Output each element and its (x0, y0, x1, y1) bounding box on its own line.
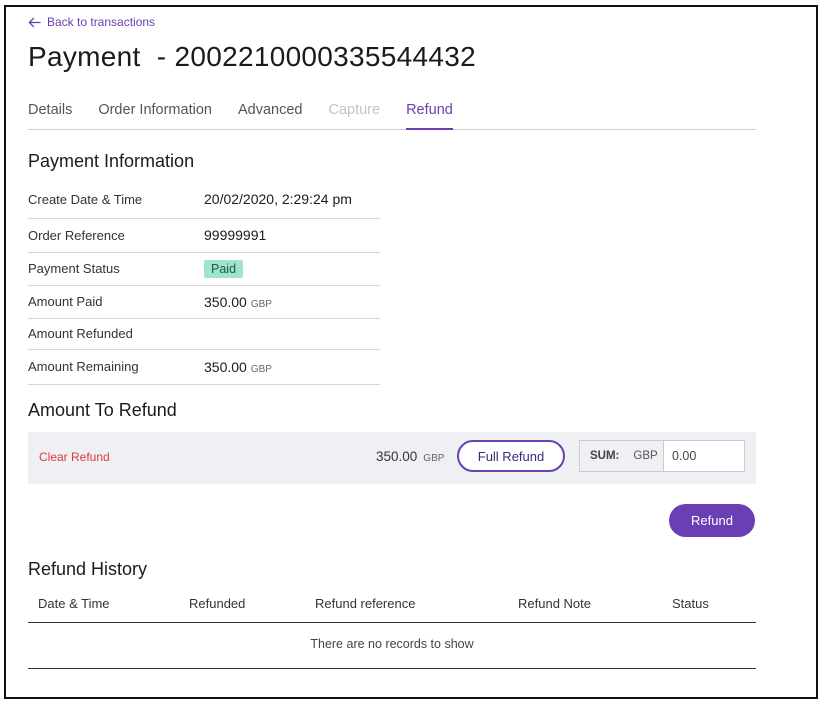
amount-to-refund-heading: Amount To Refund (28, 400, 177, 420)
info-row-order-reference: Order Reference 99999991 (28, 218, 380, 253)
refund-amount-value: 350.00 (376, 449, 418, 464)
info-label: Amount Refunded (28, 318, 204, 350)
info-row-amount-remaining: Amount Remaining 350.00 GBP (28, 349, 380, 385)
payment-information-heading: Payment Information (28, 151, 195, 171)
page-title: Payment - 2002210000335544432 (28, 41, 477, 72)
info-label: Create Date & Time (28, 181, 204, 219)
tab-refund[interactable]: Refund (406, 99, 453, 130)
currency-code: GBP (250, 363, 272, 375)
info-row-payment-status: Payment Status Paid (28, 252, 380, 286)
sum-prefix: SUM: GBP (579, 440, 663, 472)
tab-details[interactable]: Details (28, 99, 72, 125)
window-frame: Back to transactions Payment - 200221000… (4, 5, 818, 699)
column-header-reference: Refund reference (315, 596, 416, 611)
tab-order-information[interactable]: Order Information (98, 99, 212, 125)
info-row-amount-paid: Amount Paid 350.00 GBP (28, 285, 380, 319)
amount-value: 350.00 (204, 358, 247, 375)
tab-capture: Capture (328, 102, 381, 118)
refund-amount: 350.00 GBP (376, 449, 444, 464)
history-empty-message: There are no records to show (28, 622, 756, 669)
arrow-left-icon (28, 17, 41, 27)
tab-bar: Details Order Information Advanced Captu… (28, 99, 756, 130)
info-label: Amount Paid (28, 285, 204, 319)
info-value: 20/02/2020, 2:29:24 pm (204, 181, 380, 219)
info-label: Payment Status (28, 252, 204, 286)
tab-advanced[interactable]: Advanced (238, 99, 303, 125)
info-label: Amount Remaining (28, 349, 204, 385)
history-table-header: Date & Time Refunded Refund reference Re… (28, 592, 756, 623)
back-link-label: Back to transactions (47, 15, 156, 29)
full-refund-button[interactable]: Full Refund (457, 440, 565, 472)
currency-code: GBP (250, 298, 272, 310)
payment-info-table: Create Date & Time 20/02/2020, 2:29:24 p… (28, 181, 380, 385)
info-row-create-date: Create Date & Time 20/02/2020, 2:29:24 p… (28, 181, 380, 219)
refund-sum-input[interactable] (663, 440, 745, 472)
info-row-amount-refunded: Amount Refunded (28, 318, 380, 350)
sum-label: SUM: (590, 450, 620, 462)
refund-submit-button[interactable]: Refund (669, 504, 755, 537)
info-value: 99999991 (204, 218, 380, 253)
sum-input-group: SUM: GBP (579, 440, 745, 472)
refund-history-heading: Refund History (28, 559, 148, 579)
column-header-date: Date & Time (38, 596, 110, 611)
column-header-refunded: Refunded (189, 596, 246, 611)
amount-value: 350.00 (204, 293, 247, 310)
column-header-note: Refund Note (518, 596, 591, 611)
sum-currency: GBP (633, 450, 658, 462)
refund-controls-bar: Clear Refund 350.00 GBP Full Refund SUM: … (28, 432, 756, 484)
back-link[interactable]: Back to transactions (28, 15, 155, 29)
column-header-status: Status (672, 596, 709, 611)
status-badge: Paid (204, 259, 244, 278)
info-value (204, 318, 380, 350)
refund-currency: GBP (423, 453, 445, 464)
clear-refund-link[interactable]: Clear Refund (39, 450, 110, 464)
info-label: Order Reference (28, 218, 204, 253)
